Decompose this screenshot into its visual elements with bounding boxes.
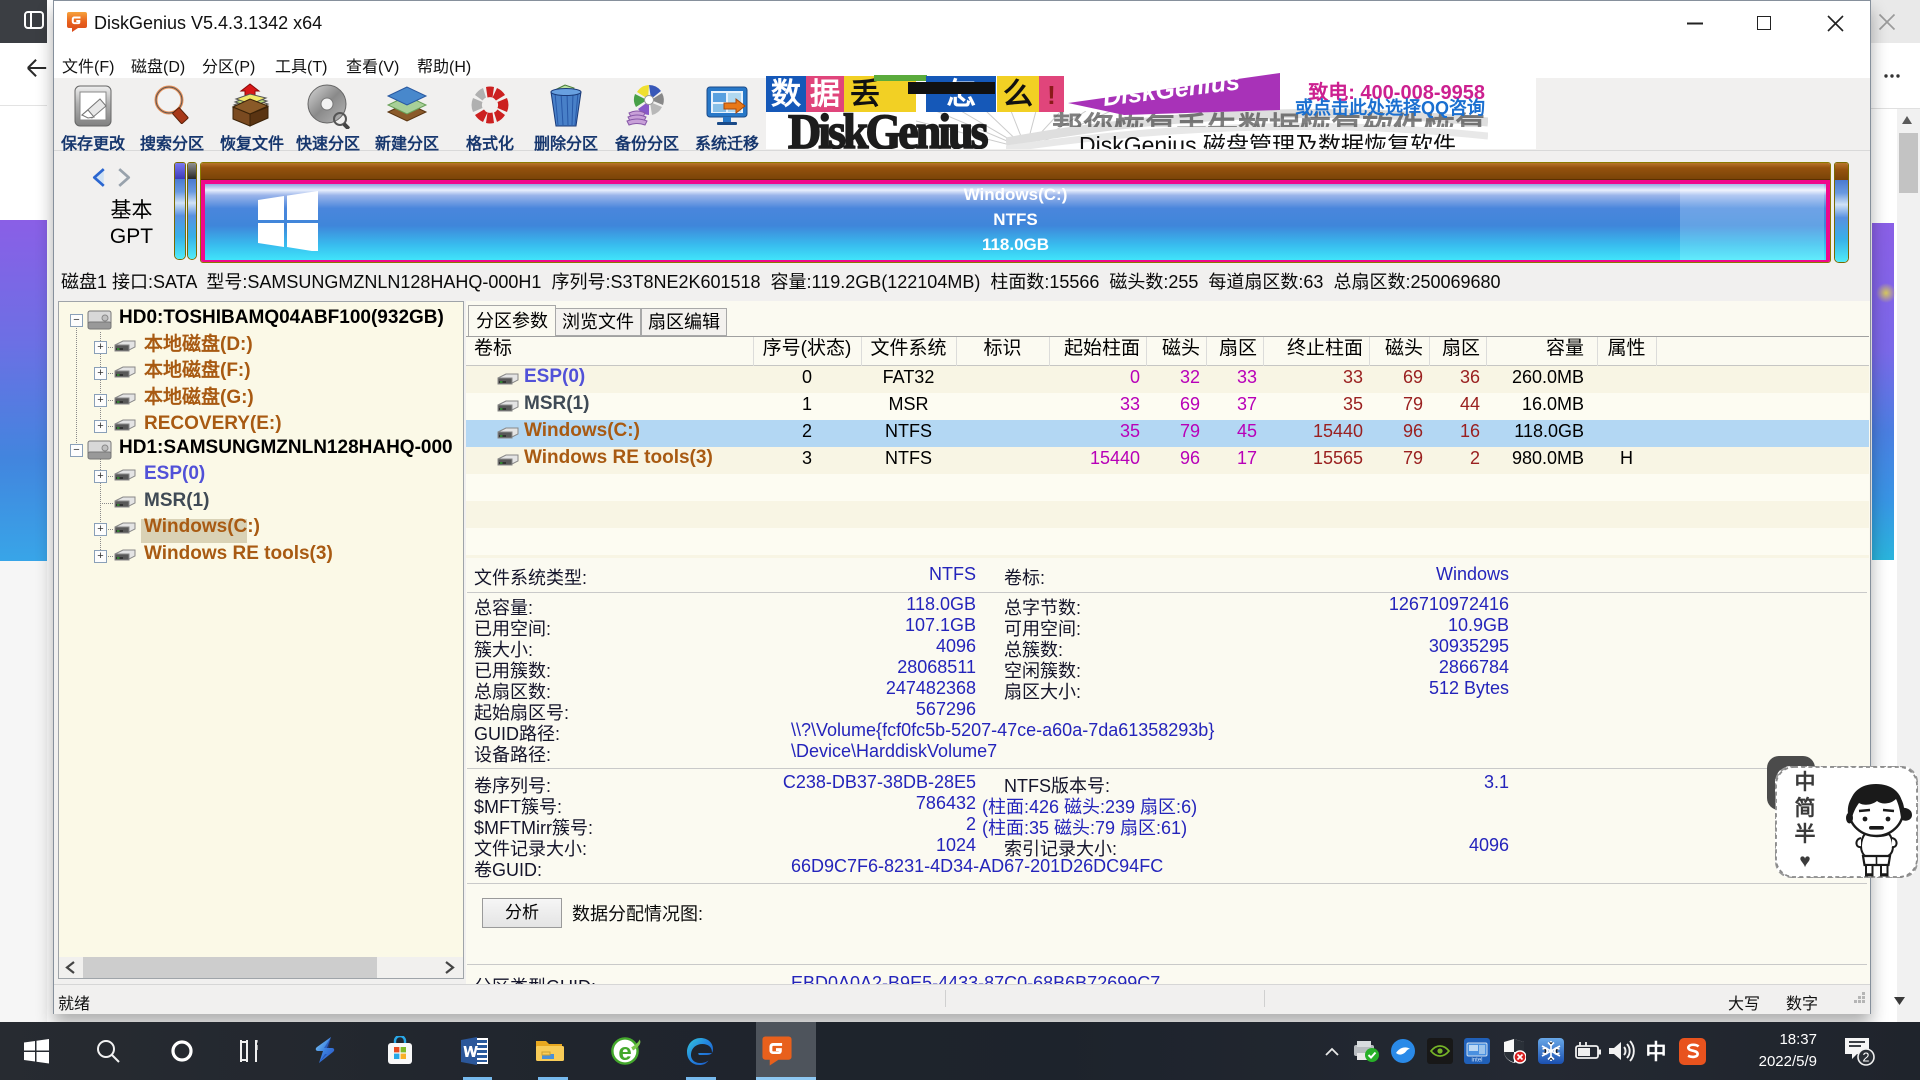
svg-text:2: 2	[1863, 1051, 1870, 1065]
svg-text:e: e	[618, 1039, 631, 1066]
svg-text:intel: intel	[1471, 1058, 1482, 1064]
